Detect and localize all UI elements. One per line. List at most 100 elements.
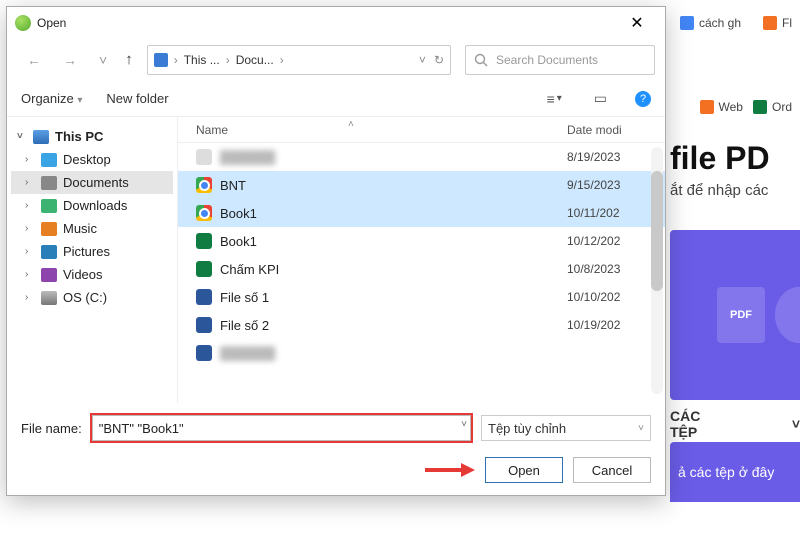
annotation-arrow-icon [425, 463, 475, 477]
sidebar-item-label: Videos [63, 267, 103, 282]
chevron-down-icon[interactable]: ˅ [461, 419, 467, 430]
browser-bookmarks: Web Ord [692, 96, 800, 118]
file-icon [196, 289, 212, 305]
file-list: ██████8/19/2023BNT9/15/2023Book110/11/20… [178, 143, 665, 403]
file-icon [196, 345, 212, 361]
sidebar-item-pictures[interactable]: ›Pictures [11, 240, 173, 263]
open-file-dialog: Open ✕ ← → ˅ ↑ › This ... › Docu... › ˅ … [6, 6, 666, 496]
forward-button[interactable]: → [59, 50, 81, 70]
chevron-down-icon: ˅ [638, 423, 644, 434]
browser-tabs: cách gh Fl [672, 12, 800, 34]
sidebar-item-desktop[interactable]: › Desktop [11, 148, 173, 171]
file-icon [196, 317, 212, 333]
upload-panel: PDF [670, 230, 800, 400]
file-type-filter[interactable]: Tệp tùy chỉnh ˅ [481, 415, 651, 441]
sidebar-item-label: Desktop [63, 152, 111, 167]
chevron-right-icon: › [25, 292, 35, 303]
chevron-right-icon: › [25, 246, 35, 257]
file-name: BNT [220, 178, 567, 193]
chevron-right-icon: › [25, 223, 35, 234]
chevron-down-icon[interactable]: ˅ [419, 53, 426, 67]
sidebar: ˅ This PC ›Desktop›Documents›Downloads›M… [7, 117, 177, 403]
sidebar-root-this-pc[interactable]: ˅ This PC [11, 125, 173, 148]
chevron-down-icon[interactable]: ˅ [95, 50, 111, 70]
app-icon [15, 15, 31, 31]
browser-tab[interactable]: cách gh [672, 12, 749, 34]
file-row[interactable]: ██████ [178, 339, 665, 367]
file-row[interactable]: Book110/12/202 [178, 227, 665, 255]
scrollbar-thumb[interactable] [651, 171, 663, 291]
column-date[interactable]: Date modi [567, 123, 657, 137]
file-row[interactable]: File số 110/10/202 [178, 283, 665, 311]
file-icon [196, 177, 212, 193]
sidebar-item-label: Documents [63, 175, 129, 190]
search-icon [474, 53, 488, 67]
file-name: File số 2 [220, 318, 567, 333]
sidebar-item-downloads[interactable]: ›Downloads [11, 194, 173, 217]
filename-label: File name: [21, 421, 82, 436]
chevron-right-icon: › [25, 154, 35, 165]
sort-indicator-icon: ˄ [348, 119, 354, 130]
help-button[interactable]: ? [635, 91, 651, 107]
file-date: 9/15/2023 [567, 178, 657, 192]
pc-icon [33, 130, 49, 144]
folder-icon [41, 268, 57, 282]
new-folder-button[interactable]: New folder [106, 91, 168, 106]
accordion-header[interactable]: CÁC TỆP˅ [670, 408, 800, 440]
file-date: 10/19/202 [567, 318, 657, 332]
chevron-right-icon: › [25, 269, 35, 280]
file-name: Book1 [220, 234, 567, 249]
page-subheading: ắt để nhập các [670, 182, 768, 199]
file-icon [196, 149, 212, 165]
file-name: Chấm KPI [220, 262, 567, 277]
organize-menu[interactable]: Organize ▾ [21, 91, 82, 106]
folder-icon [41, 153, 57, 167]
file-row[interactable]: Chấm KPI10/8/2023 [178, 255, 665, 283]
open-button[interactable]: Open [485, 457, 563, 483]
bookmark[interactable]: Web [700, 100, 743, 114]
file-row[interactable]: BNT9/15/2023 [178, 171, 665, 199]
file-name: File số 1 [220, 290, 567, 305]
file-name: Book1 [220, 206, 567, 221]
folder-icon [41, 291, 57, 305]
file-icon [196, 233, 212, 249]
file-row[interactable]: File số 210/19/202 [178, 311, 665, 339]
pc-icon [154, 53, 168, 67]
up-button[interactable]: ↑ [125, 51, 133, 68]
sidebar-item-videos[interactable]: › Videos [11, 263, 173, 286]
chevron-right-icon: › [25, 200, 35, 211]
file-date: 10/11/202 [567, 206, 657, 220]
chevron-down-icon: ˅ [17, 131, 27, 142]
nav-row: ← → ˅ ↑ › This ... › Docu... › ˅ ↻ Searc… [7, 39, 665, 81]
filename-input[interactable] [92, 415, 471, 441]
browser-tab[interactable]: Fl [755, 12, 800, 34]
sidebar-item-os-c-[interactable]: ›OS (C:) [11, 286, 173, 309]
titlebar: Open ✕ [7, 7, 665, 39]
cancel-button[interactable]: Cancel [573, 457, 651, 483]
toolbar: Organize ▾ New folder ≡ ▾ ▭ ? [7, 81, 665, 117]
breadcrumb[interactable]: › This ... › Docu... › ˅ ↻ [147, 45, 451, 75]
file-row[interactable]: Book110/11/202 [178, 199, 665, 227]
file-date: 10/10/202 [567, 290, 657, 304]
folder-icon [41, 245, 57, 259]
view-menu[interactable]: ≡ ▾ [543, 89, 566, 109]
file-icon [196, 205, 212, 221]
refresh-button[interactable]: ↻ [434, 53, 444, 67]
file-date: 10/8/2023 [567, 262, 657, 276]
back-button[interactable]: ← [23, 50, 45, 70]
search-input[interactable]: Search Documents [465, 45, 655, 75]
file-name: ██████ [220, 150, 567, 165]
drop-zone[interactable]: ả các tệp ở đây [670, 442, 800, 502]
preview-pane-button[interactable]: ▭ [590, 88, 611, 109]
file-row[interactable]: ██████8/19/2023 [178, 143, 665, 171]
column-name[interactable]: Name [196, 123, 567, 137]
bookmark[interactable]: Ord [753, 100, 792, 114]
file-list-area: ˄ Name Date modi ██████8/19/2023BNT9/15/… [177, 117, 665, 403]
file-name: ██████ [220, 346, 567, 361]
folder-icon [41, 222, 57, 236]
sidebar-item-documents[interactable]: ›Documents [11, 171, 173, 194]
close-button[interactable]: ✕ [617, 13, 657, 33]
sidebar-item-music[interactable]: ›Music [11, 217, 173, 240]
dialog-title: Open [37, 16, 617, 30]
folder-icon [41, 176, 57, 190]
